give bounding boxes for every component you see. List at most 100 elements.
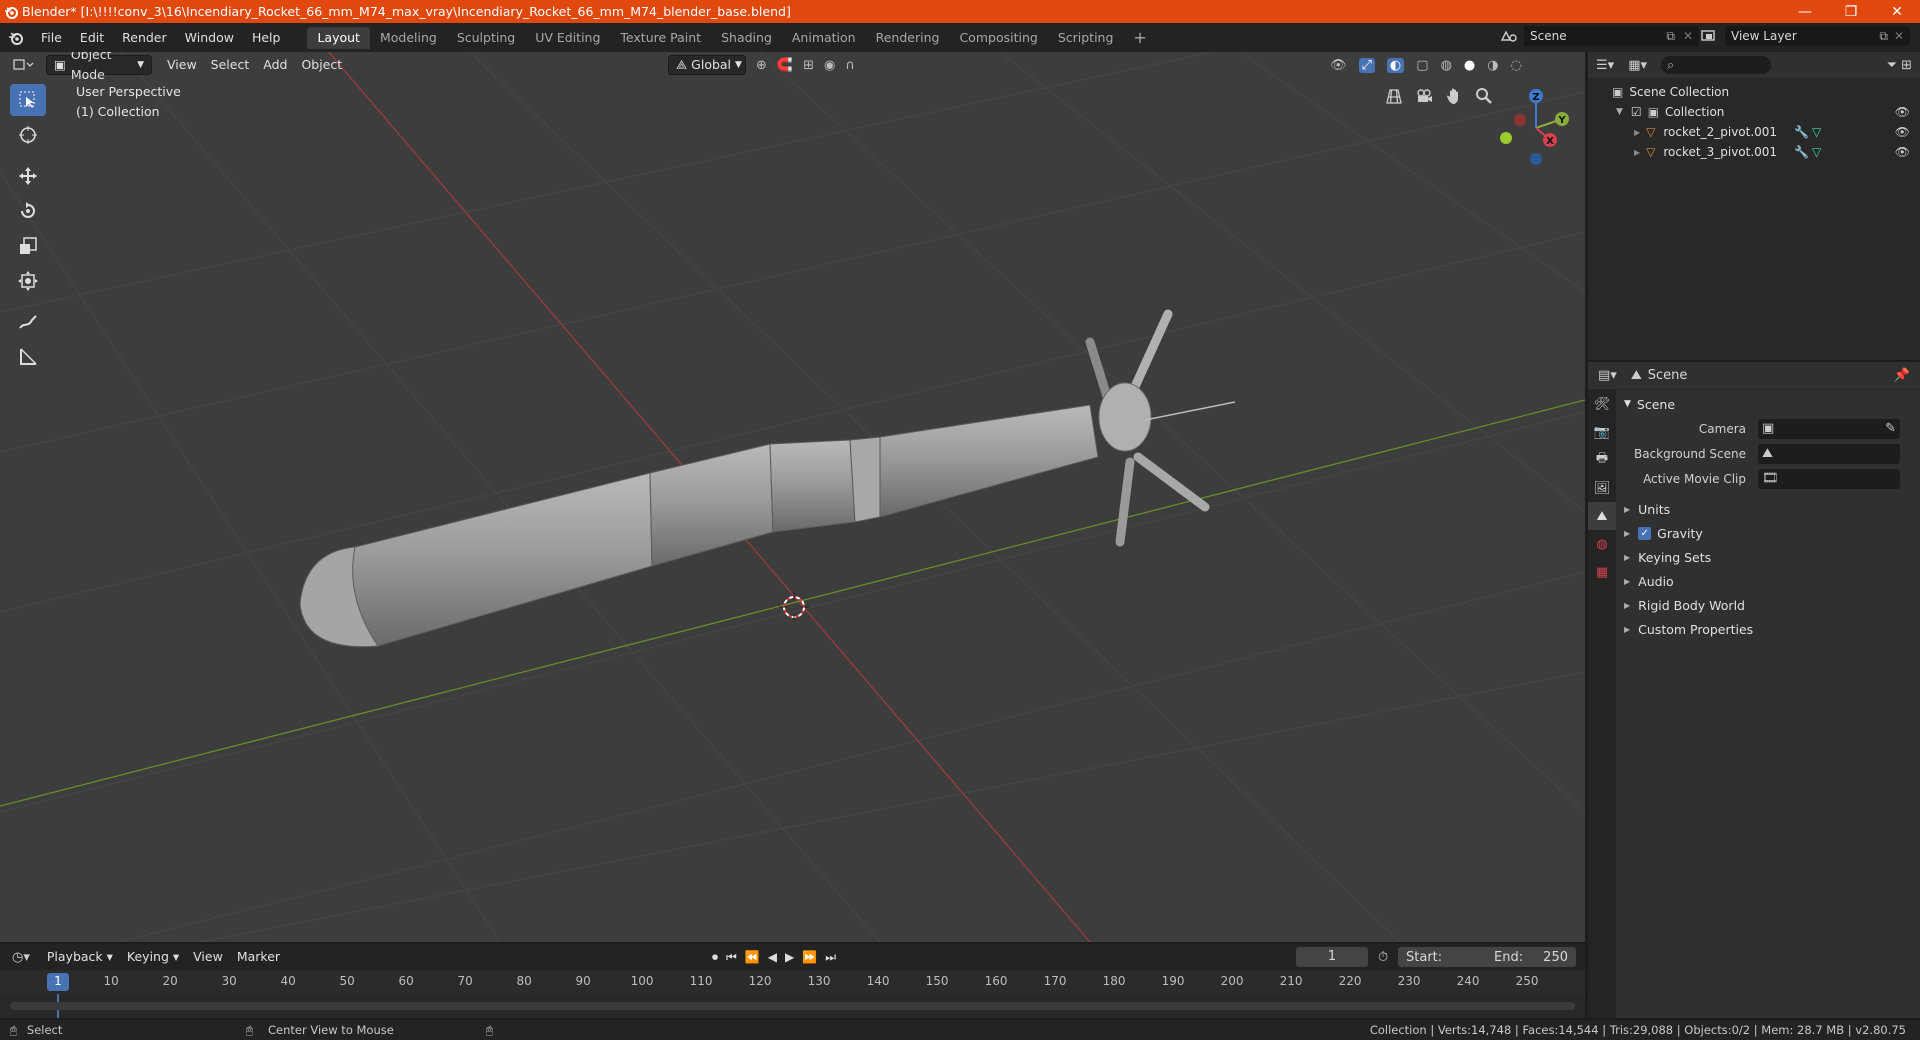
3d-viewport[interactable]: ▣ Object Mode ▼ View Select Add Object ⟁… [0,52,1585,942]
pin-icon[interactable]: 📌 [1894,368,1920,383]
output-tab-icon[interactable]: 🖶 [1588,446,1616,474]
copy-scene-icon[interactable]: ⧉ [1666,29,1675,44]
play-button[interactable]: ▶ [785,950,794,964]
gizmo-toggle-icon[interactable]: ⤢ [1358,57,1375,73]
timeline-body[interactable] [0,994,1585,1018]
restore-button[interactable]: ❐ [1828,0,1874,23]
copy-view-layer-icon[interactable]: ⧉ [1879,29,1888,44]
proportional-editing-icon[interactable]: ◉ [824,58,835,73]
play-reverse-button[interactable]: ◀ [768,950,777,964]
menu-window[interactable]: Window [176,27,243,49]
tab-layout[interactable]: Layout [307,26,370,49]
tab-rendering[interactable]: Rendering [866,27,950,49]
eyedropper-icon[interactable]: ✎ [1885,421,1896,436]
next-keyframe-button[interactable]: ⏩ [802,950,817,964]
mode-dropdown[interactable]: ▣ Object Mode ▼ [46,52,152,82]
scene-selector[interactable]: Scene ⧉ ✕ [1524,26,1699,46]
jump-start-button[interactable]: ⏮ [726,950,737,965]
remove-view-layer-icon[interactable]: ✕ [1894,29,1904,43]
xray-toggle-icon[interactable]: ▢ [1416,58,1428,73]
custom-properties-panel-header[interactable]: ▶ Custom Properties [1616,617,1920,641]
render-tab-icon[interactable]: 📷 [1588,418,1616,446]
annotate-tool[interactable] [10,306,46,338]
scene-tab-icon[interactable]: ⛰ [1588,502,1616,530]
expand-icon[interactable]: ▶ [1634,148,1640,157]
active-movie-clip-field[interactable]: 🎞 [1758,468,1900,489]
timeline-scrollbar[interactable] [10,1002,1575,1010]
blender-menu-icon[interactable] [0,30,32,46]
scene-icon[interactable] [1500,28,1520,48]
expand-icon[interactable]: ▶ [1634,128,1640,137]
tab-uv-editing[interactable]: UV Editing [525,27,610,49]
navigation-gizmo[interactable]: Z Y X [1490,82,1580,172]
viewport-menu-view[interactable]: View [160,55,204,75]
jump-end-button[interactable]: ⏭ [825,950,836,965]
outliner-object[interactable]: ▶ ▽ rocket_2_pivot.001 🔧 ▽ 👁 [1588,122,1920,142]
view-layer-selector[interactable]: View Layer ⧉ ✕ [1725,26,1910,46]
close-button[interactable]: ✕ [1874,0,1920,23]
keying-sets-panel-header[interactable]: ▶ Keying Sets [1616,545,1920,569]
visibility-eye-icon[interactable]: 👁 [1895,105,1910,119]
pivot-point-icon[interactable]: ⊕ [756,58,767,73]
mesh-data-icon[interactable]: ▽ [1812,125,1821,139]
properties-editor-icon[interactable]: ▤▾ [1588,368,1617,383]
minimize-button[interactable]: — [1782,0,1828,23]
record-button[interactable]: ⏺ [712,950,718,965]
viewport-menu-object[interactable]: Object [294,55,349,75]
current-frame-field[interactable]: 1 [1296,947,1368,967]
timeline-editor-icon[interactable]: ◷▾ [0,950,30,965]
menu-help[interactable]: Help [243,27,290,49]
stopwatch-icon[interactable]: ⏱ [1378,950,1388,965]
expand-icon[interactable]: ▼ [1616,107,1623,117]
scene-panel-header[interactable]: ▼ Scene [1616,392,1920,416]
wireframe-shading-icon[interactable]: ◍ [1441,58,1452,73]
overlays-toggle-icon[interactable]: ◐ [1386,57,1405,73]
timeline-menu-marker[interactable]: Marker [230,947,287,967]
viewport-menu-add[interactable]: Add [256,55,294,75]
visibility-icon[interactable]: 👁 [1330,58,1347,73]
tab-scripting[interactable]: Scripting [1048,27,1124,49]
view-layer-tab-icon[interactable]: 🖼 [1588,474,1616,502]
checkbox-icon[interactable]: ☑ [1631,105,1642,119]
tab-texture-paint[interactable]: Texture Paint [610,27,711,49]
camera-field[interactable]: ▣ ✎ [1758,418,1900,439]
outliner-editor-icon[interactable]: ☰▾ [1588,58,1614,73]
falloff-icon[interactable]: ∩ [845,58,855,73]
rigid-body-world-panel-header[interactable]: ▶ Rigid Body World [1616,593,1920,617]
gravity-checkbox[interactable]: ✓ [1638,526,1652,540]
outliner-search-input[interactable]: ⌕ [1661,56,1771,74]
viewport-menu-select[interactable]: Select [204,55,257,75]
select-box-tool[interactable] [10,84,46,116]
tab-modeling[interactable]: Modeling [370,27,447,49]
texture-tab-icon[interactable]: ▦ [1588,558,1616,586]
visibility-eye-icon[interactable]: 👁 [1895,145,1910,159]
rendered-shading-icon[interactable]: ◌ [1511,58,1522,73]
menu-file[interactable]: File [32,27,71,49]
audio-panel-header[interactable]: ▶ Audio [1616,569,1920,593]
snap-icon[interactable]: 🧲 [777,58,793,73]
prev-keyframe-button[interactable]: ⏪ [745,950,760,964]
editor-type-icon[interactable] [0,58,46,72]
timeline-ruler[interactable]: 1 10 20 30 40 50 60 70 80 90 100 110 120 130 140 150 160… [0,970,1585,994]
rotate-tool[interactable] [10,195,46,227]
outliner-collection[interactable]: ▼ ☑ ▣ Collection 👁 [1588,102,1920,122]
background-scene-field[interactable]: ⛰ [1758,443,1900,464]
material-shading-icon[interactable]: ◑ [1487,58,1498,73]
tab-sculpting[interactable]: Sculpting [447,27,525,49]
end-frame-field[interactable]: End: 250 [1486,947,1576,967]
tab-shading[interactable]: Shading [711,27,782,49]
tab-compositing[interactable]: Compositing [949,27,1047,49]
cursor-tool[interactable] [10,119,46,151]
measure-tool[interactable] [10,341,46,373]
tool-tab-icon[interactable]: 🛠 [1588,390,1616,418]
view-layer-icon[interactable] [1700,28,1722,48]
mesh-data-icon[interactable]: ▽ [1812,145,1821,159]
timeline-menu-playback[interactable]: Playback ▾ [40,947,120,967]
solid-shading-icon[interactable]: ● [1464,58,1475,73]
visibility-eye-icon[interactable]: 👁 [1895,125,1910,139]
modifier-wrench-icon[interactable]: 🔧 [1794,145,1809,159]
world-tab-icon[interactable]: ◍ [1588,530,1616,558]
camera-view-icon[interactable] [1410,82,1438,110]
add-workspace-button[interactable]: + [1123,27,1156,49]
gravity-panel-header[interactable]: ▶ ✓ Gravity [1616,521,1920,545]
